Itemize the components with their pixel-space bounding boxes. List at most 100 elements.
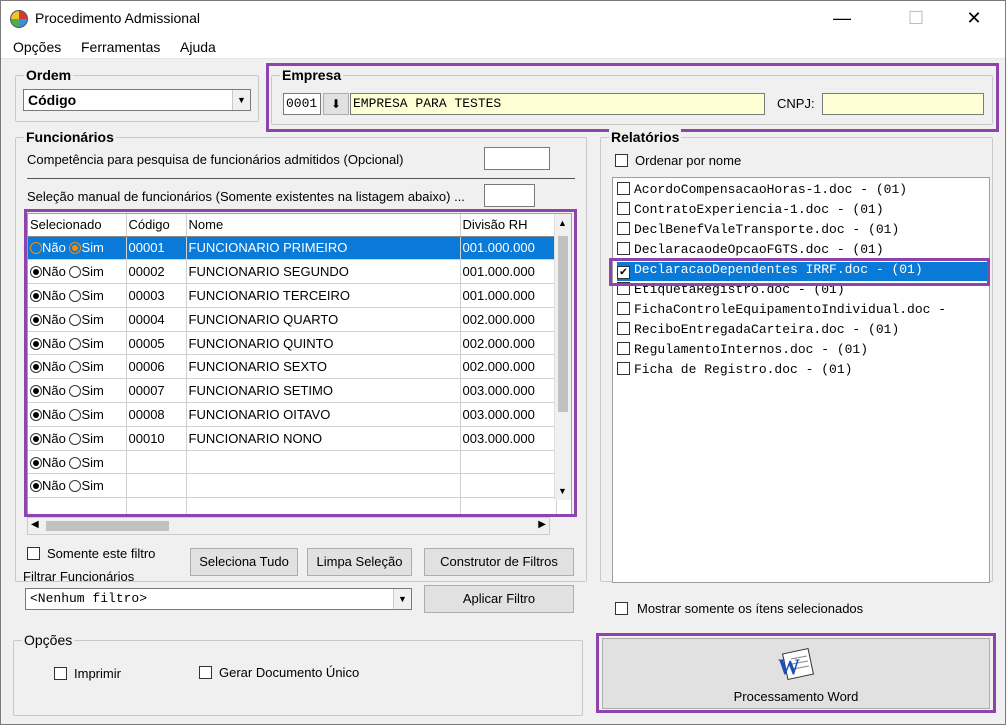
gerar-checkbox[interactable]	[199, 666, 212, 679]
table-row[interactable]: Não Sim 00002 FUNCIONARIO SEGUNDO 001.000.0…	[28, 259, 557, 285]
radio-sim[interactable]	[69, 456, 82, 469]
codigo-cell: 00003	[126, 283, 187, 308]
divisao-cell: 001.000.000	[460, 236, 557, 261]
menu-ajuda[interactable]: Ajuda	[180, 39, 216, 55]
menu-opcoes[interactable]: Opções	[13, 39, 61, 55]
column-header-nome[interactable]: Nome	[186, 214, 461, 237]
radio-sim-label: Sim	[81, 359, 104, 375]
mostrar-checkbox[interactable]	[615, 602, 628, 615]
table-row[interactable]: Não Sim 00001 FUNCIONARIO PRIMEIRO 001.000.…	[28, 236, 557, 261]
imprimir-label: Imprimir	[74, 666, 121, 681]
radio-sim[interactable]	[69, 408, 82, 421]
radio-sim[interactable]	[69, 313, 82, 326]
divisao-cell: 003.000.000	[460, 378, 557, 404]
scroll-up-icon[interactable]: ▲	[558, 218, 567, 228]
radio-sim[interactable]	[69, 480, 82, 493]
scroll-thumb[interactable]	[558, 236, 568, 412]
limpa-selecao-button[interactable]: Limpa Seleção	[307, 548, 412, 576]
filtro-select[interactable]: <Nenhum filtro> ▼	[25, 588, 412, 610]
radio-nao[interactable]	[30, 337, 42, 350]
report-item[interactable]: AcordoCompensacaoHoras-1.doc - (01)	[617, 182, 987, 201]
radio-sim[interactable]	[69, 242, 82, 255]
somente-filtro-checkbox[interactable]	[27, 547, 40, 560]
table-row[interactable]: Não Sim 00007 FUNCIONARIO SETIMO 003.000.00…	[28, 378, 557, 404]
empresa-name-field[interactable]: EMPRESA PARA TESTES	[350, 93, 765, 115]
hscroll-thumb[interactable]	[46, 521, 169, 531]
imprimir-checkbox[interactable]	[54, 667, 67, 680]
report-checkbox[interactable]	[617, 222, 630, 235]
report-checkbox[interactable]	[617, 182, 630, 195]
report-checkbox[interactable]	[617, 282, 630, 295]
cnpj-field[interactable]	[822, 93, 984, 115]
table-row[interactable]: Não Sim 00010 FUNCIONARIO NONO 003.000.000	[28, 426, 557, 451]
table-horizontal-scrollbar[interactable]: ◀ ▶	[27, 517, 550, 535]
table-row[interactable]: Não Sim	[28, 450, 557, 475]
competencia-field[interactable]	[484, 147, 550, 170]
report-checkbox[interactable]	[617, 362, 630, 375]
report-checkbox[interactable]: ✔	[617, 266, 630, 279]
report-item[interactable]: ContratoExperiencia-1.doc - (01)	[617, 202, 987, 221]
table-row[interactable]: Não Sim	[28, 473, 557, 499]
report-item[interactable]: Ficha de Registro.doc - (01)	[617, 362, 987, 381]
selecionado-cell: Não Sim	[28, 236, 127, 261]
radio-nao[interactable]	[30, 432, 42, 445]
selecao-field[interactable]	[484, 184, 535, 207]
report-checkbox[interactable]	[617, 322, 630, 335]
report-item[interactable]: ✔ DeclaracaoDependentes IRRF.doc - (01)	[617, 262, 987, 281]
maximize-button[interactable]: ☐	[893, 5, 939, 31]
scroll-right-icon[interactable]: ▶	[538, 519, 546, 530]
radio-sim[interactable]	[69, 361, 82, 374]
table-row	[28, 497, 557, 515]
report-item[interactable]: DeclaracaodeOpcaoFGTS.doc - (01)	[617, 242, 987, 261]
radio-nao[interactable]	[30, 313, 42, 326]
ordenar-checkbox[interactable]	[615, 154, 628, 167]
report-checkbox[interactable]	[617, 342, 630, 355]
table-row[interactable]: Não Sim 00003 FUNCIONARIO TERCEIRO 001.000.…	[28, 283, 557, 308]
download-arrow-icon[interactable]: ⬇	[323, 93, 349, 115]
divider	[27, 178, 575, 179]
radio-sim[interactable]	[69, 432, 82, 445]
table-row[interactable]: Não Sim 00006 FUNCIONARIO SEXTO 002.000.000	[28, 354, 557, 380]
construtor-filtros-button[interactable]: Construtor de Filtros	[424, 548, 574, 576]
radio-sim[interactable]	[69, 266, 82, 279]
column-header-divisao[interactable]: Divisão RH	[460, 214, 557, 237]
column-header-codigo[interactable]: Código	[126, 214, 187, 237]
radio-nao[interactable]	[30, 242, 42, 255]
close-button[interactable]: ✕	[951, 5, 997, 31]
radio-nao[interactable]	[30, 480, 42, 493]
scroll-down-icon[interactable]: ▼	[558, 486, 567, 496]
radio-sim[interactable]	[69, 289, 82, 302]
scroll-left-icon[interactable]: ◀	[31, 519, 39, 530]
report-item[interactable]: EtiquetaRegistro.doc - (01)	[617, 282, 987, 301]
aplicar-filtro-button[interactable]: Aplicar Filtro	[424, 585, 574, 613]
menu-ferramentas[interactable]: Ferramentas	[81, 39, 160, 55]
report-checkbox[interactable]	[617, 202, 630, 215]
table-vertical-scrollbar[interactable]: ▲ ▼	[554, 214, 571, 500]
table-row[interactable]: Não Sim 00008 FUNCIONARIO OITAVO 003.000.00…	[28, 402, 557, 427]
table-row[interactable]: Não Sim 00004 FUNCIONARIO QUARTO 002.000.00…	[28, 307, 557, 332]
opcoes-label: Opções	[22, 632, 75, 648]
processamento-word-button[interactable]: W Processamento Word	[602, 638, 990, 709]
radio-sim-label: Sim	[81, 383, 104, 399]
radio-nao[interactable]	[30, 456, 42, 469]
report-item[interactable]: RegulamentoInternos.doc - (01)	[617, 342, 987, 361]
minimize-button[interactable]: —	[819, 5, 865, 31]
radio-nao[interactable]	[30, 361, 42, 374]
radio-sim[interactable]	[69, 385, 82, 398]
radio-nao[interactable]	[30, 385, 42, 398]
report-item[interactable]: ReciboEntregadaCarteira.doc - (01)	[617, 322, 987, 341]
empresa-code-field[interactable]: 0001	[283, 93, 321, 115]
report-item[interactable]: FichaControleEquipamentoIndividual.doc -	[617, 302, 987, 321]
ordem-select[interactable]: Código ▼	[23, 89, 251, 111]
radio-nao[interactable]	[30, 289, 42, 302]
radio-nao-label: Não	[42, 287, 66, 303]
table-row[interactable]: Não Sim 00005 FUNCIONARIO QUINTO 002.000.00…	[28, 331, 557, 356]
radio-sim[interactable]	[69, 337, 82, 350]
report-checkbox[interactable]	[617, 242, 630, 255]
report-item[interactable]: DeclBenefValeTransporte.doc - (01)	[617, 222, 987, 241]
radio-nao[interactable]	[30, 408, 42, 421]
radio-nao[interactable]	[30, 266, 42, 279]
report-checkbox[interactable]	[617, 302, 630, 315]
seleciona-tudo-button[interactable]: Seleciona Tudo	[190, 548, 298, 576]
column-header-selecionado[interactable]: Selecionado	[28, 214, 127, 237]
